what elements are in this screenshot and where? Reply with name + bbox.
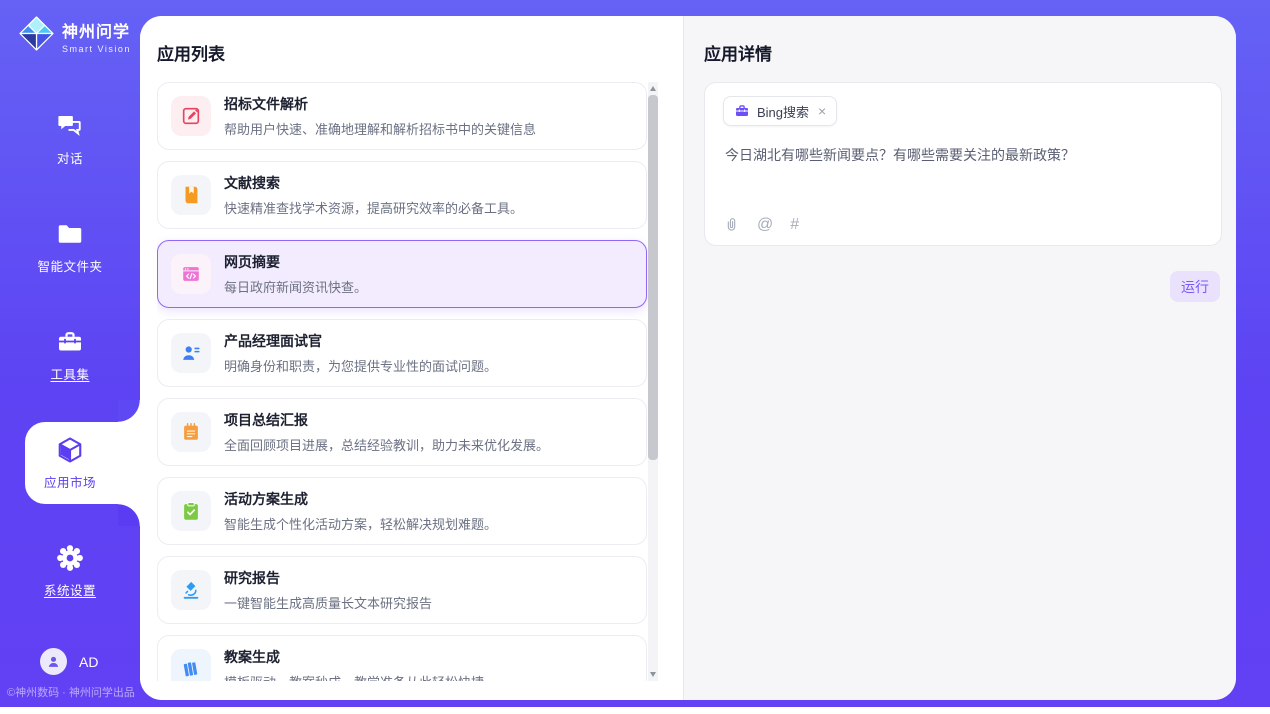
folder-icon (55, 219, 85, 249)
browser-code-icon (171, 254, 211, 294)
app-logo: 神州问学 Smart Vision (18, 15, 131, 57)
notepad-icon (171, 412, 211, 452)
active-notch-top (118, 400, 140, 422)
run-button[interactable]: 运行 (1170, 271, 1220, 302)
doc-edit-icon (171, 96, 211, 136)
scrollbar-thumb[interactable] (648, 95, 658, 460)
app-card-3[interactable]: 网页摘要每日政府新闻资讯快查。 (157, 240, 647, 308)
prompt-card: Bing搜索 × 今日湖北有哪些新闻要点？有哪些需要关注的最新政策？ @ # (704, 82, 1222, 246)
clipboard-check-icon (171, 491, 211, 531)
tool-chip-label: Bing搜索 (757, 102, 809, 121)
sidebar-item-label: 应用市场 (44, 472, 96, 491)
chat-icon (55, 111, 85, 141)
book-icon (171, 175, 211, 215)
scrollbar[interactable] (648, 82, 658, 681)
attach-paperclip-icon[interactable] (723, 216, 740, 233)
app-card-6[interactable]: 活动方案生成智能生成个性化活动方案，轻松解决规划难题。 (157, 477, 647, 545)
logo-title: 神州问学 (62, 18, 131, 42)
app-detail-title: 应用详情 (704, 40, 772, 65)
composer-toolbar: @ # (723, 216, 799, 233)
sidebar-item-settings[interactable]: 系统设置 (0, 537, 140, 605)
logo-diamond-icon (18, 15, 55, 57)
user-account[interactable]: AD (40, 648, 98, 675)
sidebar-item-chat[interactable]: 对话 (0, 105, 140, 173)
sidebar-item-label: 对话 (57, 148, 83, 167)
cube-icon (55, 435, 85, 465)
sidebar-nav: 对话智能文件夹工具集应用市场系统设置 (0, 105, 140, 645)
sidebar-item-label: 工具集 (50, 364, 89, 383)
app-card-desc: 每日政府新闻资讯快查。 (224, 277, 367, 296)
content-panel: 应用列表 招标文件解析帮助用户快速、准确地理解和解析招标书中的关键信息文献搜索快… (140, 16, 1236, 700)
query-input[interactable]: 今日湖北有哪些新闻要点？有哪些需要关注的最新政策？ (725, 145, 1201, 166)
app-detail-pane: 应用详情 Bing搜索 × 今日湖北有哪些新闻要点？有哪些需要关注的最新政策？ … (683, 16, 1236, 700)
app-card-title: 招标文件解析 (224, 94, 536, 114)
app-card-desc: 明确身份和职责，为您提供专业性的面试问题。 (224, 356, 497, 375)
app-card-desc: 全面回顾项目进展，总结经验教训，助力未来优化发展。 (224, 435, 549, 454)
app-card-2[interactable]: 文献搜索快速精准查找学术资源，提高研究效率的必备工具。 (157, 161, 647, 229)
sidebar-item-toolset[interactable]: 工具集 (0, 321, 140, 389)
app-card-title: 网页摘要 (224, 252, 367, 272)
app-card-desc: 模板驱动，教案秒成，教学准备从此轻松快捷 (224, 672, 484, 681)
briefcase-icon (734, 103, 750, 119)
app-card-8[interactable]: 教案生成模板驱动，教案秒成，教学准备从此轻松快捷 (157, 635, 647, 681)
app-card-5[interactable]: 项目总结汇报全面回顾项目进展，总结经验教训，助力未来优化发展。 (157, 398, 647, 466)
app-list-title: 应用列表 (157, 40, 225, 65)
logo-subtitle: Smart Vision (62, 44, 131, 54)
tool-chip-bing-search[interactable]: Bing搜索 × (723, 96, 837, 126)
app-card-desc: 帮助用户快速、准确地理解和解析招标书中的关键信息 (224, 119, 536, 138)
app-card-title: 产品经理面试官 (224, 331, 497, 351)
sidebar-item-label: 智能文件夹 (37, 256, 102, 275)
briefcase-icon (55, 327, 85, 357)
topic-hash-icon[interactable]: # (790, 217, 799, 233)
interviewer-icon (171, 333, 211, 373)
app-list-pane: 应用列表 招标文件解析帮助用户快速、准确地理解和解析招标书中的关键信息文献搜索快… (140, 16, 683, 700)
app-card-desc: 一键智能生成高质量长文本研究报告 (224, 593, 432, 612)
user-name: AD (79, 654, 98, 670)
mention-at-icon[interactable]: @ (757, 217, 773, 233)
microscope-icon (171, 570, 211, 610)
app-card-title: 文献搜索 (224, 173, 523, 193)
app-card-desc: 智能生成个性化活动方案，轻松解决规划难题。 (224, 514, 497, 533)
sidebar: 神州问学 Smart Vision 对话智能文件夹工具集应用市场系统设置 AD … (0, 0, 140, 707)
chip-close-icon[interactable]: × (818, 104, 826, 118)
app-card-title: 活动方案生成 (224, 489, 497, 509)
books-icon (171, 649, 211, 681)
copyright-text: ©神州数码 · 神州问学出品 (7, 684, 135, 700)
sidebar-item-smart-folder[interactable]: 智能文件夹 (0, 213, 140, 281)
gear-icon (55, 543, 85, 573)
scroll-down-arrow-icon[interactable] (650, 672, 656, 677)
app-card-1[interactable]: 招标文件解析帮助用户快速、准确地理解和解析招标书中的关键信息 (157, 82, 647, 150)
app-list: 招标文件解析帮助用户快速、准确地理解和解析招标书中的关键信息文献搜索快速精准查找… (157, 82, 648, 681)
sidebar-item-label: 系统设置 (44, 580, 96, 599)
app-card-7[interactable]: 研究报告一键智能生成高质量长文本研究报告 (157, 556, 647, 624)
app-card-title: 项目总结汇报 (224, 410, 549, 430)
user-avatar (40, 648, 67, 675)
scroll-up-arrow-icon[interactable] (650, 86, 656, 91)
active-notch-bottom (118, 504, 140, 526)
app-card-title: 教案生成 (224, 647, 484, 667)
app-card-4[interactable]: 产品经理面试官明确身份和职责，为您提供专业性的面试问题。 (157, 319, 647, 387)
app-card-desc: 快速精准查找学术资源，提高研究效率的必备工具。 (224, 198, 523, 217)
sidebar-item-app-market[interactable]: 应用市场 (0, 429, 140, 497)
app-card-title: 研究报告 (224, 568, 432, 588)
